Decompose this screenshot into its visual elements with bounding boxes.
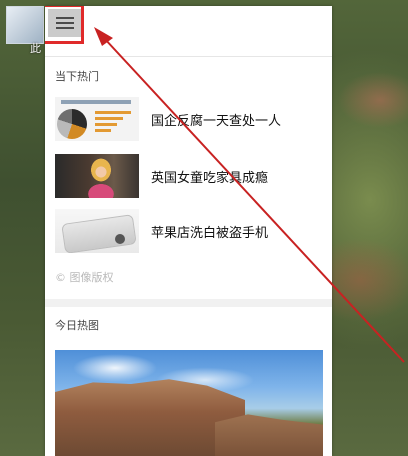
chart-thumbnail <box>55 97 139 141</box>
desktop-icon[interactable] <box>6 6 44 44</box>
news-title: 国企反腐一天查处一人 <box>151 114 282 129</box>
news-title: 苹果店洗白被盗手机 <box>151 226 269 241</box>
today-section-title: 今日热图 <box>55 319 99 332</box>
menu-highlight-box <box>45 6 84 44</box>
news-panel: 当下热门 国企反腐一天查处一人 英国女童吃家具成瘾 苹果店洗白被盗手机 © 图像… <box>45 6 332 456</box>
news-item[interactable]: 英国女童吃家具成瘾 <box>55 154 325 198</box>
news-item[interactable]: 苹果店洗白被盗手机 <box>55 209 325 253</box>
news-title: 英国女童吃家具成瘾 <box>151 171 269 186</box>
girl-thumbnail <box>55 154 139 198</box>
today-hero-image[interactable] <box>55 350 323 456</box>
image-copyright: © 图像版权 <box>55 271 114 284</box>
hot-section-title: 当下热门 <box>55 70 99 83</box>
news-item[interactable]: 国企反腐一天查处一人 <box>55 97 325 141</box>
section-divider <box>45 299 332 307</box>
phone-thumbnail <box>55 209 139 253</box>
top-bar <box>45 6 332 57</box>
desktop-icon-label: 此 <box>30 42 41 55</box>
